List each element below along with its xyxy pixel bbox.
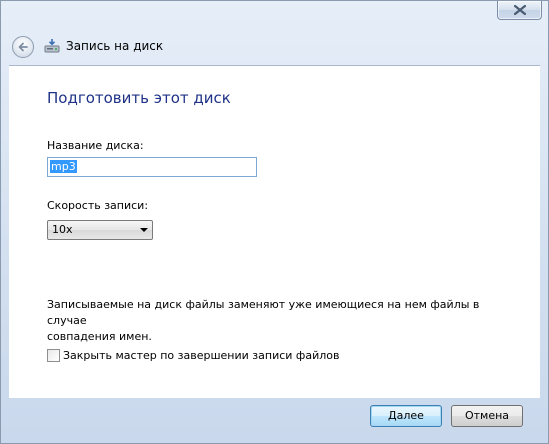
info-line-1: Записываемые на диск файлы заменяют уже … bbox=[47, 298, 480, 327]
write-speed-label: Скорость записи: bbox=[47, 199, 149, 212]
wizard-content: Подготовить этот диск Название диска: mp… bbox=[9, 65, 540, 398]
close-icon bbox=[514, 5, 526, 15]
back-arrow-icon bbox=[18, 42, 28, 52]
close-wizard-label[interactable]: Закрыть мастер по завершении записи файл… bbox=[63, 349, 339, 363]
wizard-footer: Далее Отмена bbox=[1, 398, 548, 443]
disc-burner-icon bbox=[44, 38, 60, 54]
info-line-2: совпадения имен. bbox=[47, 330, 152, 343]
page-heading: Подготовить этот диск bbox=[47, 89, 231, 107]
disc-name-value: mp3 bbox=[50, 160, 77, 173]
write-speed-select[interactable]: 10x bbox=[47, 220, 153, 240]
back-button[interactable] bbox=[12, 36, 34, 58]
close-wizard-checkbox[interactable] bbox=[47, 349, 60, 362]
info-text: Записываемые на диск файлы заменяют уже … bbox=[47, 297, 507, 345]
dropdown-arrow-icon bbox=[140, 228, 148, 232]
wizard-window: Запись на диск Подготовить этот диск Наз… bbox=[0, 0, 549, 444]
write-speed-value: 10x bbox=[52, 223, 73, 236]
disc-name-input[interactable]: mp3 bbox=[47, 157, 257, 177]
next-button[interactable]: Далее bbox=[370, 405, 442, 427]
close-button[interactable] bbox=[497, 1, 542, 20]
cancel-button[interactable]: Отмена bbox=[451, 405, 523, 427]
disc-name-label: Название диска: bbox=[47, 139, 144, 152]
window-title: Запись на диск bbox=[66, 39, 164, 53]
